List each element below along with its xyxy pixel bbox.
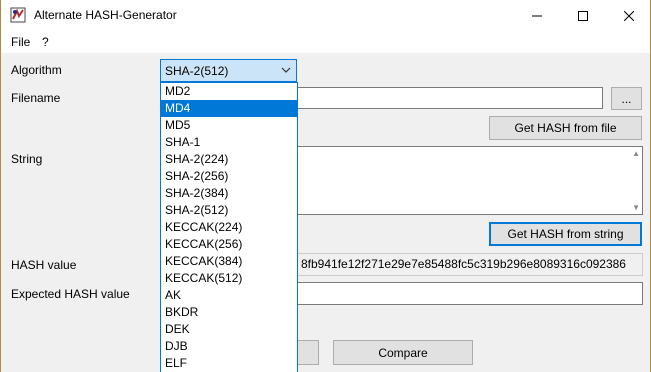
menu-file[interactable]: File xyxy=(11,35,30,49)
close-button[interactable] xyxy=(606,0,650,31)
dropdown-option[interactable]: MD2 xyxy=(161,83,297,100)
algorithm-label: Algorithm xyxy=(11,63,62,77)
chevron-down-icon xyxy=(281,67,291,73)
dropdown-option[interactable]: SHA-2(384) xyxy=(161,185,297,202)
dropdown-option[interactable]: DJB xyxy=(161,338,297,355)
algorithm-selected-value: SHA-2(512) xyxy=(165,63,229,78)
scroll-down-icon[interactable]: ▼ xyxy=(632,203,640,212)
algorithm-dropdown-list: MD2 MD4 MD5 SHA-1 SHA-2(224) SHA-2(256) SHA-2(… xyxy=(160,82,298,372)
close-icon xyxy=(624,10,634,21)
dropdown-option[interactable]: AK xyxy=(161,287,297,304)
compare-button[interactable]: Compare xyxy=(333,340,473,365)
expected-hash-label: Expected HASH value xyxy=(11,287,130,301)
minimize-button[interactable] xyxy=(514,0,560,31)
maximize-button[interactable] xyxy=(560,0,606,31)
dropdown-option[interactable]: BKDR xyxy=(161,304,297,321)
menu-help[interactable]: ? xyxy=(42,35,49,49)
get-hash-from-file-button[interactable]: Get HASH from file xyxy=(489,116,642,140)
app-window: Alternate HASH-Generator File ? Algorith… xyxy=(0,0,651,372)
window-title: Alternate HASH-Generator xyxy=(34,8,177,22)
dropdown-option[interactable]: KECCAK(512) xyxy=(161,270,297,287)
title-bar: Alternate HASH-Generator xyxy=(1,0,650,31)
browse-button[interactable]: ... xyxy=(611,87,642,110)
dropdown-option[interactable]: SHA-2(224) xyxy=(161,151,297,168)
filename-label: Filename xyxy=(11,91,61,105)
dropdown-option[interactable]: KECCAK(224) xyxy=(161,219,297,236)
scroll-up-icon[interactable]: ▲ xyxy=(632,149,640,158)
dropdown-option[interactable]: MD5 xyxy=(161,117,297,134)
minimize-icon xyxy=(532,15,542,16)
string-label: String xyxy=(11,152,43,166)
get-hash-from-string-button[interactable]: Get HASH from string xyxy=(489,222,642,246)
hash-value-label: HASH value xyxy=(11,258,77,272)
dropdown-option[interactable]: SHA-2(512) xyxy=(161,202,297,219)
maximize-icon xyxy=(578,10,588,21)
algorithm-select[interactable]: SHA-2(512) xyxy=(160,59,297,82)
dropdown-option[interactable]: SHA-1 xyxy=(161,134,297,151)
dropdown-option[interactable]: SHA-2(256) xyxy=(161,168,297,185)
app-icon xyxy=(10,7,26,23)
dropdown-option[interactable]: MD4 xyxy=(161,100,297,117)
dropdown-option[interactable]: ELF xyxy=(161,355,297,372)
dropdown-option[interactable]: DEK xyxy=(161,321,297,338)
menu-bar: File ? xyxy=(1,31,650,53)
dropdown-option[interactable]: KECCAK(256) xyxy=(161,236,297,253)
dropdown-option[interactable]: KECCAK(384) xyxy=(161,253,297,270)
